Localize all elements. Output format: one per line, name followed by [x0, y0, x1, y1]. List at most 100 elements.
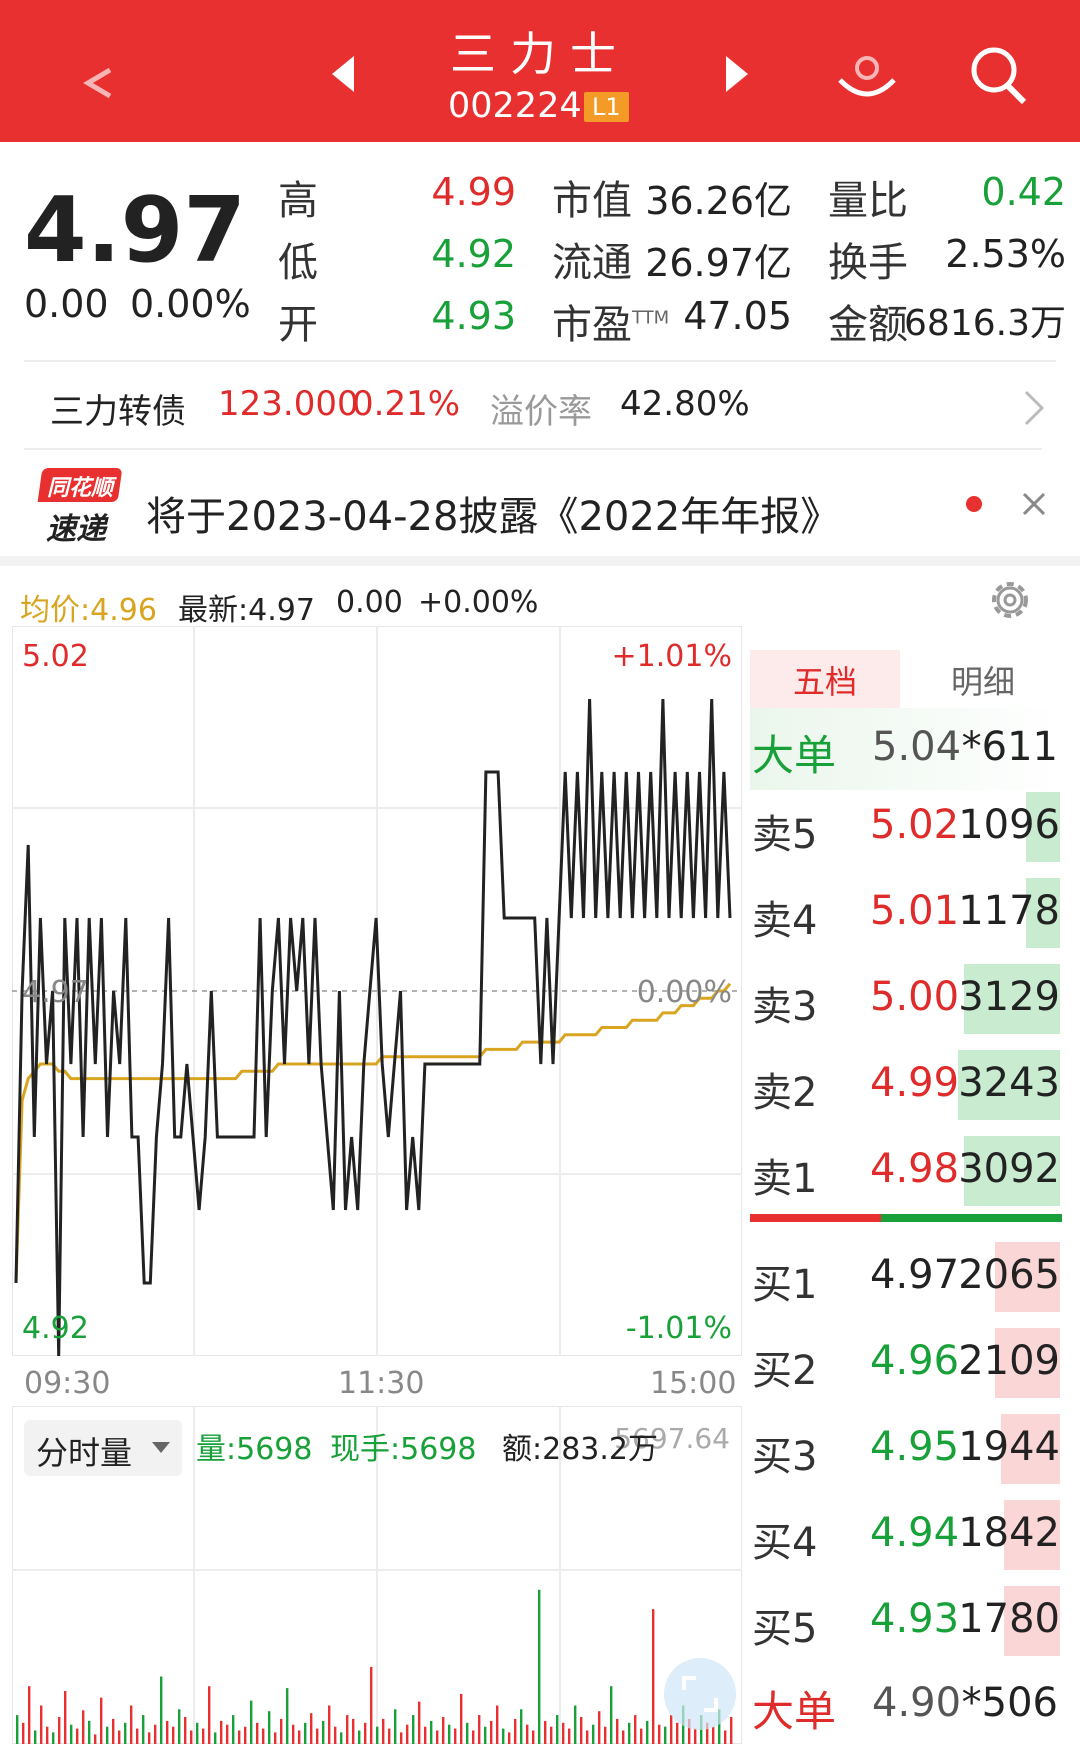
buy-level-label: 买2: [752, 1348, 818, 1394]
volume-bar: [346, 1715, 349, 1744]
tab-five-levels[interactable]: 五档: [750, 650, 900, 714]
pct-axis-bottom: -1.01%: [626, 1311, 732, 1346]
buy-level-row[interactable]: 买1 4.97 2065: [752, 1236, 1062, 1316]
bond-name: 三力转债: [50, 392, 186, 432]
next-stock-icon[interactable]: [724, 54, 750, 94]
volume-bar: [544, 1720, 547, 1744]
volume-bar: [46, 1726, 49, 1744]
volume-bar: [526, 1724, 529, 1744]
big-order-sell-row: 大单 5.04 *611: [750, 708, 1062, 790]
volume-bar: [268, 1711, 271, 1744]
volume-bar: [100, 1697, 103, 1744]
volume-bar: [640, 1728, 643, 1744]
premium-label: 溢价率: [490, 392, 592, 432]
back-arrow-icon[interactable]: [82, 66, 116, 100]
open-label: 开: [278, 302, 318, 348]
caret-down-icon: [152, 1442, 170, 1453]
volume-bar: [406, 1724, 409, 1744]
volume-bar: [478, 1715, 481, 1744]
bond-price: 123.000: [218, 384, 359, 424]
sell-level-row[interactable]: 卖3 5.00 3129: [752, 958, 1062, 1038]
buy-level-volume: 1842: [958, 1510, 1060, 1556]
volume-bar: [238, 1730, 241, 1744]
x-tick-close: 15:00: [650, 1366, 737, 1401]
divider: [24, 448, 1042, 450]
watchlist-icon[interactable]: [834, 50, 900, 106]
volratio-label: 量比: [828, 178, 908, 224]
price-axis-mid: 4.97: [22, 975, 89, 1010]
volume-bar: [52, 1732, 55, 1744]
volume-bar: [196, 1722, 199, 1744]
volume-bar: [106, 1726, 109, 1744]
volume-bar: [520, 1709, 523, 1744]
section-gap: [0, 556, 1080, 566]
volume-type-dropdown[interactable]: 分时量: [24, 1420, 182, 1476]
bid-ask-ratio-bar: [750, 1214, 1062, 1222]
price-change-pct: 0.00%: [130, 282, 251, 326]
volume-bar: [616, 1718, 619, 1744]
volume-bar: [472, 1730, 475, 1744]
volume-bar: [304, 1722, 307, 1744]
volume-bar: [556, 1715, 559, 1744]
settings-gear-icon[interactable]: [986, 576, 1034, 624]
volume-bar: [244, 1726, 247, 1744]
buy-level-price: 4.95: [870, 1424, 960, 1470]
volume-bar: [340, 1732, 343, 1744]
buy-level-row[interactable]: 买5 4.93 1780: [752, 1580, 1062, 1660]
volume-bar: [724, 1730, 727, 1744]
volume-bar: [118, 1730, 121, 1744]
sell-level-label: 卖5: [752, 812, 818, 858]
volume-bar: [658, 1724, 661, 1744]
float-label: 流通: [552, 240, 632, 286]
latest-price-label: 最新:4.97: [178, 593, 315, 628]
volume-bar: [178, 1709, 181, 1744]
close-icon[interactable]: [1020, 490, 1048, 518]
prev-stock-icon[interactable]: [330, 54, 356, 94]
pct-axis-top: +1.01%: [612, 639, 732, 674]
buy-level-row[interactable]: 买4 4.94 1842: [752, 1494, 1062, 1574]
buy-level-row[interactable]: 买2 4.96 2109: [752, 1322, 1062, 1402]
bond-pct: 0.21%: [352, 384, 461, 424]
buy-level-label: 买5: [752, 1606, 818, 1652]
volume-bar: [490, 1720, 493, 1744]
buy-level-row[interactable]: 买3 4.95 1944: [752, 1408, 1062, 1488]
volume-bar: [538, 1589, 541, 1744]
volume-bar: [436, 1730, 439, 1744]
volume-bar: [628, 1722, 631, 1744]
volume-bar: [220, 1720, 223, 1744]
volume-bar: [376, 1726, 379, 1744]
intraday-price-chart[interactable]: 5.02 4.97 4.92 +1.01% 0.00% -1.01%: [12, 626, 742, 1356]
convertible-bond-row[interactable]: 三力转债 123.000 0.21% 溢价率 42.80%: [0, 362, 1080, 448]
volume-bar: [226, 1724, 229, 1744]
buy-level-volume: 1944: [958, 1424, 1060, 1470]
avg-price-label: 均价:4.96: [20, 593, 157, 628]
volume-bar: [142, 1715, 145, 1744]
volume-bar: [394, 1709, 397, 1744]
volume-bar: [28, 1686, 31, 1744]
sell-level-row[interactable]: 卖4 5.01 1178: [752, 872, 1062, 952]
search-icon[interactable]: [966, 44, 1030, 106]
volume-bar: [64, 1691, 67, 1744]
float-value: 26.97亿: [645, 241, 792, 285]
volume-bar: [136, 1728, 139, 1744]
turnover-value: 2.53%: [945, 232, 1066, 276]
volume-bar: [568, 1728, 571, 1744]
sell-level-row[interactable]: 卖5 5.02 1096: [752, 786, 1062, 866]
mktcap-value: 36.26亿: [645, 179, 792, 223]
sell-level-row[interactable]: 卖1 4.98 3092: [752, 1130, 1062, 1210]
volume-bar: [400, 1732, 403, 1744]
notice-text[interactable]: 将于2023-04-28披露《2022年年报》: [146, 484, 840, 542]
buy-level-price: 4.93: [870, 1596, 960, 1642]
volume-bar: [130, 1705, 133, 1744]
pe-value: 47.05: [683, 294, 792, 338]
volume-bar: [154, 1724, 157, 1744]
sell-level-row[interactable]: 卖2 4.99 3243: [752, 1044, 1062, 1124]
volume-bar: [16, 1715, 19, 1744]
fullscreen-toggle-icon[interactable]: [662, 1656, 738, 1732]
volume-bar: [76, 1728, 79, 1744]
volume-bar: [550, 1726, 553, 1744]
volume-bar: [370, 1666, 373, 1744]
volume-bar: [274, 1732, 277, 1744]
sell-level-label: 卖1: [752, 1156, 818, 1202]
tab-trade-detail[interactable]: 明细: [908, 650, 1058, 714]
